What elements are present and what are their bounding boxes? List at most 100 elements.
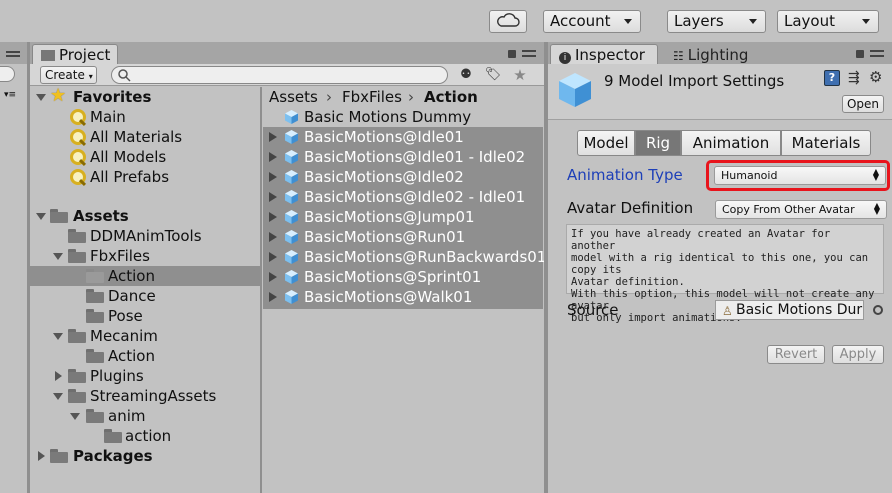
expand-arrow-icon[interactable] [55,371,62,381]
favorite-item[interactable]: All Models [30,147,260,167]
hierarchy-menu-icon[interactable] [6,51,20,57]
lock-icon[interactable] [856,50,864,58]
expand-arrow-icon[interactable] [269,272,277,282]
preset-icon[interactable]: ⇶ [848,70,862,86]
packages-header[interactable]: Packages [30,446,260,466]
tree-item-ddmanimtools[interactable]: DDMAnimTools [30,226,260,246]
tab-lighting[interactable]: ☷ Lighting [664,44,764,66]
gear-icon[interactable]: ⚙ [869,68,887,86]
avatar-definition-dropdown[interactable]: Copy From Other Avatar ▲ ▼ [715,200,887,219]
expand-arrow-icon[interactable] [53,333,63,340]
animation-type-dropdown[interactable]: Humanoid ▲ ▼ [714,166,886,185]
folder-icon [104,429,122,443]
account-dropdown[interactable]: Account [543,10,641,33]
asset-row[interactable]: BasicMotions@Sprint01 [263,267,543,287]
breadcrumb-separator-icon: › [326,88,332,106]
expand-arrow-icon[interactable] [269,192,277,202]
packages-label: Packages [73,447,153,465]
tab-model[interactable]: Model [577,130,635,156]
breadcrumb-item[interactable]: Assets [269,87,318,107]
expand-arrow-icon[interactable] [53,253,63,260]
hierarchy-search-edge[interactable] [0,66,15,82]
expand-arrow-icon[interactable] [36,213,46,220]
asset-row[interactable]: BasicMotions@Jump01 [263,207,543,227]
filter-by-type-icon[interactable]: ⚉ [456,66,476,84]
expand-arrow-icon[interactable] [269,212,277,222]
folder-icon [41,50,55,61]
open-button[interactable]: Open [842,95,884,113]
avatar-icon: ♙ [722,304,733,318]
apply-button[interactable]: Apply [832,345,884,364]
layers-label: Layers [674,12,724,30]
tree-item-pose[interactable]: Pose [30,306,260,326]
layout-dropdown[interactable]: Layout [777,10,879,33]
tree-item-fbxfiles[interactable]: FbxFiles [30,246,260,266]
asset-row[interactable]: BasicMotions@Idle01 [263,127,543,147]
expand-arrow-icon[interactable] [269,252,277,262]
layers-dropdown[interactable]: Layers [667,10,766,33]
help-icon[interactable]: ? [824,70,840,86]
asset-row[interactable]: BasicMotions@Walk01 [263,287,543,307]
tree-item-mecanim-action[interactable]: Action [30,346,260,366]
favorite-item[interactable]: All Materials [30,127,260,147]
revert-button[interactable]: Revert [767,345,825,364]
tree-item-action[interactable]: Action [30,266,260,286]
hierarchy-options-icon[interactable]: ▾≡ [4,91,22,100]
main-toolbar: Account Layers Layout [0,0,892,42]
model-icon [559,73,591,107]
expand-arrow-icon[interactable] [269,232,277,242]
tree-item-anim-action[interactable]: action [30,426,260,446]
help-box: If you have already created an Avatar fo… [566,224,884,324]
expand-arrow-icon[interactable] [269,292,277,302]
favorite-item[interactable]: Main [30,107,260,127]
lock-icon[interactable] [508,50,516,58]
asset-row[interactable]: BasicMotions@RunBackwards01 [263,247,546,267]
breadcrumb-item[interactable]: Action [424,87,478,107]
create-dropdown[interactable]: Create ▾ [40,66,97,84]
breadcrumb-item[interactable]: FbxFiles [342,87,402,107]
expand-arrow-icon[interactable] [269,132,277,142]
tab-animation[interactable]: Animation [681,130,781,156]
tab-inspector[interactable]: i Inspector [550,44,658,66]
assets-header[interactable]: Assets [30,206,260,226]
search-input[interactable] [111,66,448,84]
tab-materials[interactable]: Materials [781,130,871,156]
animation-type-value: Humanoid [721,169,778,182]
tree-item-label: FbxFiles [90,247,150,265]
expand-arrow-icon[interactable] [53,393,63,400]
asset-row[interactable]: BasicMotions@Idle02 [263,167,543,187]
panel-menu-icon[interactable] [870,50,884,57]
folder-icon [86,269,104,283]
asset-row-prefab[interactable]: Basic Motions Dummy [263,107,543,127]
animation-type-label: Animation Type [567,166,683,184]
star-icon[interactable]: ★ [510,66,530,84]
folder-icon [86,349,104,363]
tab-label: Rig [645,134,671,152]
asset-row[interactable]: BasicMotions@Run01 [263,227,543,247]
filter-by-label-icon[interactable]: 🏷 [483,66,503,84]
tree-item-dance[interactable]: Dance [30,286,260,306]
favorite-item[interactable]: All Prefabs [30,167,260,187]
expand-arrow-icon[interactable] [36,94,46,101]
tree-item-plugins[interactable]: Plugins [30,366,260,386]
expand-arrow-icon[interactable] [269,172,277,182]
expand-arrow-icon[interactable] [38,451,45,461]
source-field[interactable]: ♙ Basic Motions Dur [715,300,864,320]
asset-row[interactable]: BasicMotions@Idle01 - Idle02 [263,147,543,167]
tree-item-mecanim[interactable]: Mecanim [30,326,260,346]
asset-label: BasicMotions@Run01 [304,228,466,246]
help-text: Avatar definition. [571,276,685,288]
cloud-button[interactable] [489,10,527,33]
object-picker-icon[interactable] [873,305,883,315]
tree-item-streamingassets[interactable]: StreamingAssets [30,386,260,406]
expand-arrow-icon[interactable] [269,152,277,162]
tab-project[interactable]: Project [32,44,118,66]
tree-item-label: Pose [108,307,143,325]
tree-item-anim[interactable]: anim [30,406,260,426]
asset-row[interactable]: BasicMotions@Idle02 - Idle01 [263,187,543,207]
panel-menu-icon[interactable] [522,50,536,57]
expand-arrow-icon[interactable] [70,413,80,420]
breadcrumb: Assets › FbxFiles › Action [262,87,544,107]
favorites-header[interactable]: ★ Favorites [30,86,260,107]
tab-rig[interactable]: Rig [635,130,681,156]
